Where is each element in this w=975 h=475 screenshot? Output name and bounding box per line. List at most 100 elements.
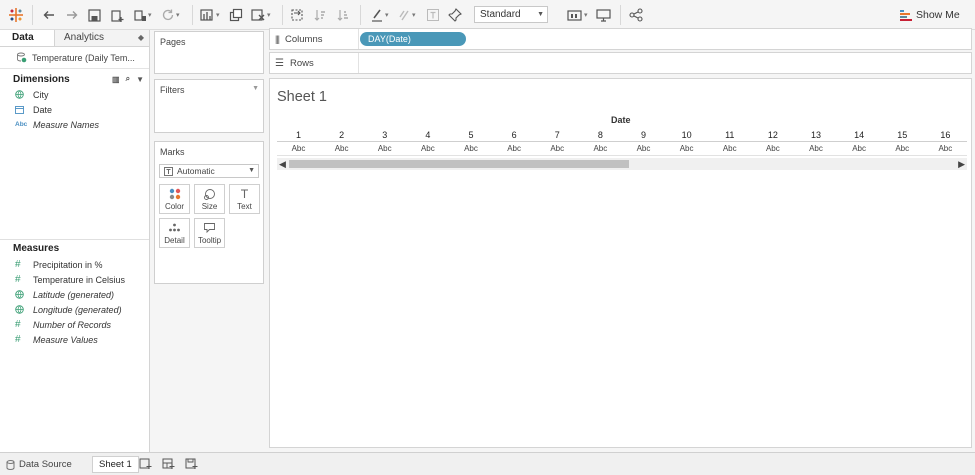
fit-select[interactable]: Standard ▼ [474,6,548,23]
column-header-cell[interactable]: 8 [579,128,622,142]
new-story-icon[interactable] [185,458,198,472]
value-cell[interactable]: Abc [320,142,363,156]
show-me-button[interactable]: Show Me [900,6,960,24]
value-cell[interactable]: Abc [277,142,320,156]
scroll-right-icon[interactable]: ▶ [958,158,965,170]
text-button[interactable]: Text [229,184,260,214]
value-cell[interactable]: Abc [536,142,579,156]
refresh-icon[interactable]: ▾ [161,6,180,24]
value-cell[interactable]: Abc [406,142,449,156]
column-header-cell[interactable]: 7 [536,128,579,142]
pages-card[interactable]: Pages [154,31,264,74]
rows-shelf[interactable]: ☰ Rows [269,52,972,74]
clear-icon[interactable]: ▾ [251,6,271,24]
new-dashboard-icon[interactable] [162,458,175,472]
swap-icon[interactable] [290,6,304,24]
collapse-icon[interactable]: ◆ [138,30,144,46]
new-worksheet-icon[interactable] [139,458,152,472]
value-cell[interactable]: Abc [795,142,838,156]
measure-field[interactable]: # Temperature in Celsius [0,272,149,287]
new-datasource-icon[interactable] [110,6,125,24]
value-cell[interactable]: Abc [665,142,708,156]
color-button[interactable]: Color [159,184,190,214]
redo-icon[interactable] [65,6,79,24]
measure-field[interactable]: # Measure Values [0,332,149,347]
detail-button[interactable]: Detail [159,218,190,248]
column-header-cell[interactable]: 9 [622,128,665,142]
value-cell[interactable]: Abc [838,142,881,156]
share-icon[interactable] [629,6,643,24]
tab-data[interactable]: Data [0,30,55,46]
tableau-logo-icon[interactable] [8,6,24,24]
measure-field[interactable]: # Precipitation in % [0,257,149,272]
toolbar-separator [620,5,621,25]
value-cell[interactable]: Abc [493,142,536,156]
labels-icon[interactable] [426,6,440,24]
highlight-icon[interactable]: ▾ [370,6,389,24]
search-icon[interactable]: ⌕ [126,74,130,84]
sheet-tab[interactable]: Sheet 1 [92,456,139,473]
mark-type-select[interactable]: Automatic ▼ [159,164,259,178]
value-cell[interactable]: Abc [450,142,493,156]
chevron-down-icon[interactable]: ▼ [252,85,259,92]
presentation-icon[interactable] [596,6,611,24]
columns-shelf[interactable]: ||| Columns DAY(Date) [269,28,972,50]
column-header-cell[interactable]: 13 [795,128,838,142]
detail-label: Detail [164,236,185,245]
measures-list: # Precipitation in % # Temperature in Celsi… [0,257,149,347]
dimension-field[interactable]: City [0,87,149,102]
column-header-cell[interactable]: 5 [450,128,493,142]
scroll-left-icon[interactable]: ◀ [279,158,286,170]
column-header-cell[interactable]: 16 [924,128,967,142]
measure-field[interactable]: Longitude (generated) [0,302,149,317]
group-icon[interactable]: ▾ [397,6,416,24]
column-header-cell[interactable]: 15 [881,128,924,142]
measure-field[interactable]: Latitude (generated) [0,287,149,302]
tooltip-button[interactable]: Tooltip [194,218,225,248]
day-date-pill[interactable]: DAY(Date) [360,32,466,46]
column-header-cell[interactable]: 3 [363,128,406,142]
tab-analytics[interactable]: Analytics ◆ [55,30,149,46]
horizontal-scrollbar[interactable]: ◀ ▶ [277,158,967,170]
column-header-cell[interactable]: 11 [708,128,751,142]
pause-updates-icon[interactable]: ▾ [133,6,152,24]
view-data-icon[interactable]: ▥ [112,75,120,84]
marks-card: Marks Automatic ▼ Color Size Text Detail [154,141,264,284]
column-header-cell[interactable]: 4 [406,128,449,142]
pin-icon[interactable] [448,6,462,24]
value-cell[interactable]: Abc [363,142,406,156]
tooltip-label: Tooltip [197,236,222,245]
scrollbar-thumb[interactable] [289,160,629,168]
value-cell[interactable]: Abc [924,142,967,156]
data-source-tab[interactable]: Data Source [6,456,72,473]
value-cell[interactable]: Abc [751,142,794,156]
value-cell[interactable]: Abc [881,142,924,156]
new-worksheet-icon[interactable]: ▾ [200,6,220,24]
measure-field[interactable]: # Number of Records [0,317,149,332]
sort-asc-icon[interactable] [313,6,327,24]
column-header-cell[interactable]: 1 [277,128,320,142]
size-button[interactable]: Size [194,184,225,214]
column-header-cell[interactable]: 2 [320,128,363,142]
card-view-icon[interactable]: ▾ [567,6,588,24]
value-cell[interactable]: Abc [579,142,622,156]
chevron-down-icon[interactable]: ▼ [136,75,144,84]
dimension-field[interactable]: Date [0,102,149,117]
columns-label: Columns [285,33,323,45]
column-header-cell[interactable]: 14 [838,128,881,142]
column-header-cell[interactable]: 12 [751,128,794,142]
save-icon[interactable] [88,6,101,24]
datasource-item[interactable]: Temperature (Daily Tem... [0,47,149,69]
column-header-cell[interactable]: 10 [665,128,708,142]
sort-desc-icon[interactable] [336,6,350,24]
sheet-title[interactable]: Sheet 1 [277,89,327,105]
column-field-header[interactable]: Date [611,115,631,125]
dimension-field[interactable]: Abc Measure Names [0,117,149,132]
value-cell[interactable]: Abc [708,142,751,156]
value-cell[interactable]: Abc [622,142,665,156]
duplicate-icon[interactable] [229,6,243,24]
column-header-cell[interactable]: 6 [493,128,536,142]
undo-icon[interactable] [42,6,56,24]
hash-icon: # [15,259,21,270]
filters-card[interactable]: Filters ▼ [154,79,264,133]
